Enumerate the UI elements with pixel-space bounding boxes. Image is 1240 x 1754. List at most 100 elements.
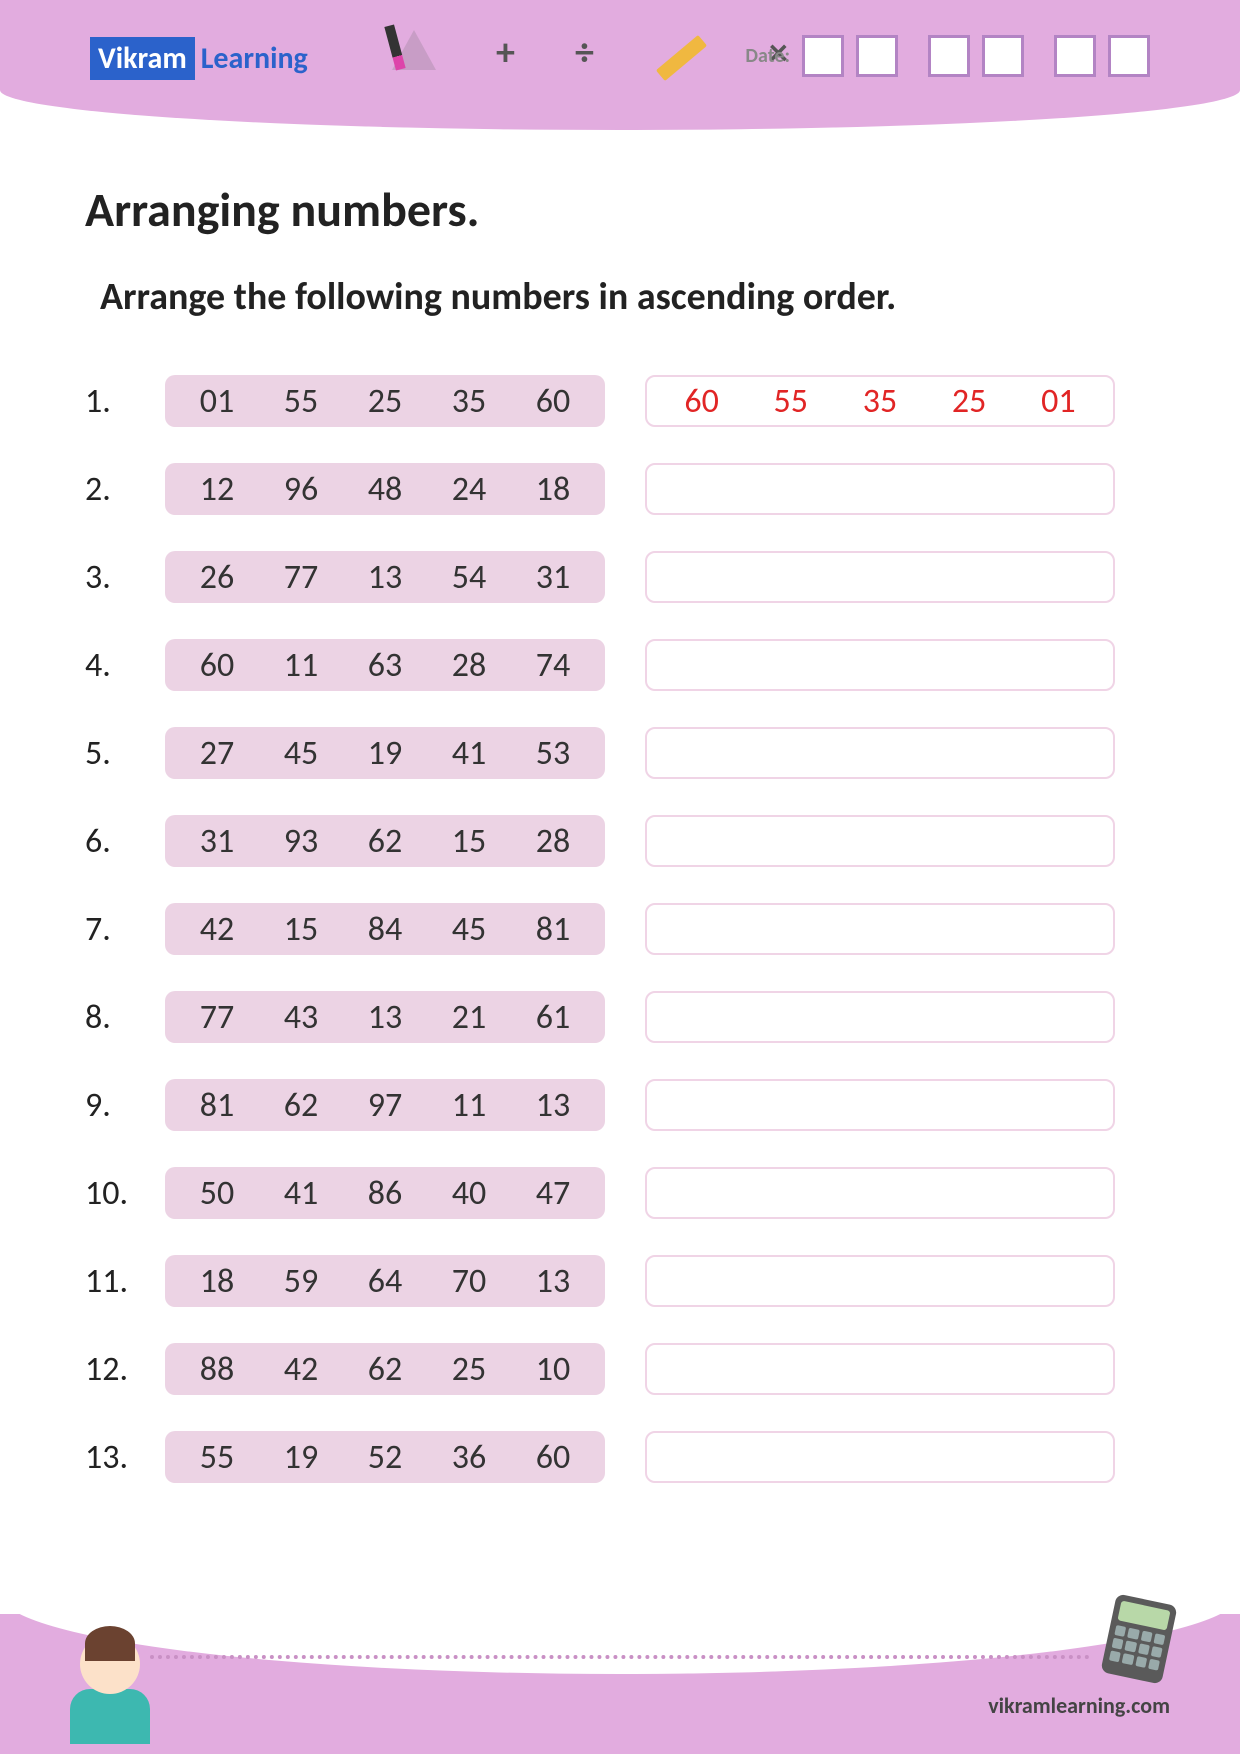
number-value: 13 — [536, 1261, 570, 1302]
number-value: 52 — [368, 1437, 402, 1478]
number-value: 11 — [284, 645, 318, 686]
answer-box[interactable] — [645, 1167, 1115, 1219]
row-number: 1. — [85, 381, 145, 422]
number-value: 24 — [452, 469, 486, 510]
number-value: 88 — [200, 1349, 234, 1390]
number-value: 81 — [536, 909, 570, 950]
given-numbers: 1859647013 — [165, 1255, 605, 1307]
footer-url: vikramlearning.com — [988, 1692, 1170, 1719]
problem-row: 10.5041864047 — [85, 1167, 1155, 1219]
brand-part-2: Learning — [195, 37, 314, 80]
given-numbers: 8842622510 — [165, 1343, 605, 1395]
given-numbers: 6011632874 — [165, 639, 605, 691]
row-number: 9. — [85, 1085, 145, 1126]
problem-row: 3.2677135431 — [85, 551, 1155, 603]
given-numbers: 5041864047 — [165, 1167, 605, 1219]
answer-box[interactable] — [645, 903, 1115, 955]
date-box-4[interactable] — [982, 35, 1024, 77]
problem-row: 12.8842622510 — [85, 1343, 1155, 1395]
number-value: 50 — [200, 1173, 234, 1214]
number-value: 43 — [284, 997, 318, 1038]
number-value: 62 — [284, 1085, 318, 1126]
answer-box[interactable] — [645, 815, 1115, 867]
number-value: 13 — [368, 997, 402, 1038]
problem-row: 9. 81 62 97 11 13 — [85, 1079, 1155, 1131]
number-value: 36 — [452, 1437, 486, 1478]
header-icons: + ÷ × — [390, 25, 788, 81]
problem-row: 4.6011632874 — [85, 639, 1155, 691]
brand-logo: VikramLearning — [90, 40, 314, 77]
boy-illustration — [55, 1634, 165, 1754]
answer-box[interactable] — [645, 727, 1115, 779]
number-value: 81 — [200, 1085, 234, 1126]
given-numbers: 55 19 52 36 60 — [165, 1431, 605, 1483]
given-numbers: 1296482418 — [165, 463, 605, 515]
number-value: 64 — [368, 1261, 402, 1302]
given-numbers: 0155253560 — [165, 375, 605, 427]
number-value: 86 — [368, 1173, 402, 1214]
number-value: 47 — [536, 1173, 570, 1214]
plus-icon: + — [496, 30, 515, 76]
number-value: 25 — [452, 1349, 486, 1390]
number-value: 42 — [200, 909, 234, 950]
number-value: 96 — [284, 469, 318, 510]
row-number: 2. — [85, 469, 145, 510]
given-numbers: 2677135431 — [165, 551, 605, 603]
problem-row: 2.1296482418 — [85, 463, 1155, 515]
answer-box[interactable] — [645, 1079, 1115, 1131]
given-numbers: 3193621528 — [165, 815, 605, 867]
answer-box[interactable] — [645, 1431, 1115, 1483]
number-value: 55 — [284, 381, 318, 422]
number-value: 60 — [536, 1437, 570, 1478]
date-box-3[interactable] — [928, 35, 970, 77]
number-value: 97 — [368, 1085, 402, 1126]
number-value: 13 — [536, 1085, 570, 1126]
answer-box[interactable] — [645, 1343, 1115, 1395]
problem-row: 7.4215844581 — [85, 903, 1155, 955]
number-value: 55 — [200, 1437, 234, 1478]
date-box-1[interactable] — [802, 35, 844, 77]
number-value: 61 — [536, 997, 570, 1038]
number-value: 54 — [452, 557, 486, 598]
example-answer-value: 55 — [774, 381, 808, 422]
number-value: 25 — [368, 381, 402, 422]
number-value: 11 — [452, 1085, 486, 1126]
number-value: 60 — [200, 645, 234, 686]
number-value: 41 — [452, 733, 486, 774]
number-value: 62 — [368, 1349, 402, 1390]
date-box-5[interactable] — [1054, 35, 1096, 77]
number-value: 18 — [536, 469, 570, 510]
answer-box[interactable]: 6055352501 — [645, 375, 1115, 427]
dotted-line — [150, 1655, 1090, 1659]
answer-box[interactable] — [645, 991, 1115, 1043]
problem-row: 5.2745194153 — [85, 727, 1155, 779]
page-title: Arranging numbers. — [85, 180, 1155, 239]
answer-box[interactable] — [645, 463, 1115, 515]
number-value: 48 — [368, 469, 402, 510]
number-value: 60 — [536, 381, 570, 422]
date-field: Date: — [745, 35, 1150, 77]
answer-box[interactable] — [645, 1255, 1115, 1307]
given-numbers: 81 62 97 11 13 — [165, 1079, 605, 1131]
number-value: 19 — [284, 1437, 318, 1478]
number-value: 77 — [200, 997, 234, 1038]
worksheet-content: Arranging numbers. Arrange the following… — [0, 130, 1240, 1483]
pencil-triangle-icon — [390, 25, 436, 81]
given-numbers: 4215844581 — [165, 903, 605, 955]
number-value: 35 — [452, 381, 486, 422]
number-value: 53 — [536, 733, 570, 774]
number-value: 31 — [536, 557, 570, 598]
number-value: 28 — [536, 821, 570, 862]
problem-row: 11. 1859647013 — [85, 1255, 1155, 1307]
answer-box[interactable] — [645, 551, 1115, 603]
problem-row: 1.01552535606055352501 — [85, 375, 1155, 427]
number-value: 19 — [368, 733, 402, 774]
number-value: 42 — [284, 1349, 318, 1390]
row-number: 11. — [85, 1261, 145, 1302]
answer-box[interactable] — [645, 639, 1115, 691]
given-numbers: 2745194153 — [165, 727, 605, 779]
instruction: Arrange the following numbers in ascendi… — [85, 274, 1155, 320]
date-box-6[interactable] — [1108, 35, 1150, 77]
row-number: 13. — [85, 1437, 145, 1478]
date-box-2[interactable] — [856, 35, 898, 77]
